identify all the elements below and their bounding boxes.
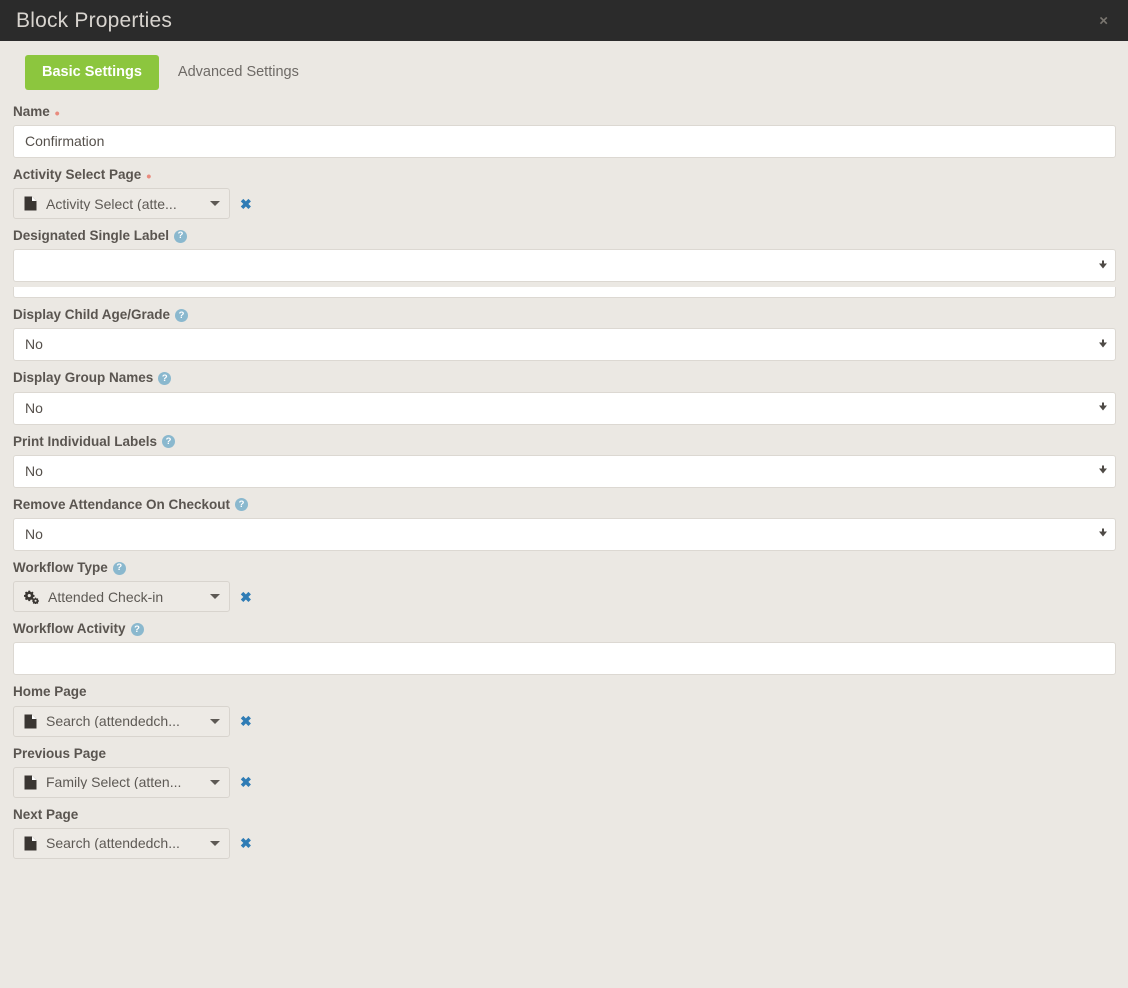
label-workflow-type-text: Workflow Type bbox=[13, 559, 108, 575]
field-display-group-names: Display Group Names ? No bbox=[13, 370, 1116, 425]
file-icon bbox=[24, 714, 37, 729]
activity-select-page-picker-row: Activity Select (atte... ✖ bbox=[13, 188, 1116, 220]
label-activity-select-page: Activity Select Page • bbox=[13, 167, 1116, 183]
label-remove-attendance-on-checkout-text: Remove Attendance On Checkout bbox=[13, 496, 231, 512]
label-remove-attendance-on-checkout: Remove Attendance On Checkout ? bbox=[13, 497, 1116, 513]
field-remove-attendance-on-checkout: Remove Attendance On Checkout ? No bbox=[13, 497, 1116, 551]
file-icon bbox=[24, 836, 37, 851]
field-previous-page: Previous Page Family Select (atten... ✖ bbox=[13, 746, 1116, 798]
help-icon[interactable]: ? bbox=[235, 498, 249, 512]
page-title: Block Properties bbox=[16, 9, 173, 32]
label-workflow-activity: Workflow Activity ? bbox=[13, 621, 1116, 637]
required-indicator-icon: • bbox=[54, 104, 60, 121]
label-display-child-age-grade-text: Display Child Age/Grade bbox=[13, 307, 171, 323]
display-child-age-grade-select[interactable]: No bbox=[13, 328, 1116, 362]
label-display-group-names: Display Group Names ? bbox=[13, 370, 1116, 386]
chevron-down-icon bbox=[210, 718, 220, 724]
label-print-individual-labels: Print Individual Labels ? bbox=[13, 434, 1116, 450]
next-page-picker-row: Search (attendedch... ✖ bbox=[13, 827, 1116, 859]
label-previous-page-text: Previous Page bbox=[13, 745, 107, 761]
label-name-text: Name bbox=[13, 103, 50, 119]
workflow-type-clear-button[interactable]: ✖ bbox=[240, 590, 252, 604]
previous-page-value: Family Select (atten... bbox=[46, 775, 182, 790]
next-page-value: Search (attendedch... bbox=[46, 836, 180, 851]
required-indicator-icon: • bbox=[146, 167, 152, 184]
field-home-page: Home Page Search (attendedch... ✖ bbox=[13, 684, 1116, 737]
chevron-down-icon bbox=[210, 840, 220, 846]
previous-page-clear-button[interactable]: ✖ bbox=[240, 775, 252, 789]
home-page-picker-row: Search (attendedch... ✖ bbox=[13, 705, 1116, 737]
home-page-picker[interactable]: Search (attendedch... bbox=[13, 705, 230, 737]
workflow-type-value: Attended Check-in bbox=[48, 589, 164, 604]
display-group-names-select[interactable]: No bbox=[13, 391, 1116, 425]
tab-basic-settings[interactable]: Basic Settings bbox=[25, 55, 159, 90]
settings-tablist: Basic Settings Advanced Settings bbox=[0, 41, 1128, 90]
activity-select-page-clear-button[interactable]: ✖ bbox=[240, 197, 252, 211]
label-print-individual-labels-text: Print Individual Labels bbox=[13, 433, 158, 449]
field-display-child-age-grade: Display Child Age/Grade ? No bbox=[13, 307, 1116, 362]
label-display-group-names-text: Display Group Names bbox=[13, 370, 154, 386]
previous-page-picker[interactable]: Family Select (atten... bbox=[13, 766, 230, 798]
label-designated-single-label: Designated Single Label ? bbox=[13, 228, 1116, 244]
label-home-page-text: Home Page bbox=[13, 684, 87, 700]
home-page-clear-button[interactable]: ✖ bbox=[240, 714, 252, 728]
close-icon[interactable]: × bbox=[1095, 11, 1112, 30]
label-next-page-text: Next Page bbox=[13, 806, 79, 822]
cogs-icon bbox=[24, 590, 39, 604]
remove-attendance-on-checkout-select[interactable]: No bbox=[13, 517, 1116, 551]
help-icon[interactable]: ? bbox=[162, 435, 176, 449]
field-workflow-activity: Workflow Activity ? bbox=[13, 621, 1116, 676]
chevron-down-icon bbox=[210, 594, 220, 600]
display-child-age-grade-select-wrap: No bbox=[13, 328, 1116, 362]
help-icon[interactable]: ? bbox=[158, 372, 172, 386]
workflow-activity-input[interactable] bbox=[13, 642, 1116, 676]
chevron-down-icon bbox=[210, 201, 220, 207]
designated-single-label-select[interactable] bbox=[13, 249, 1116, 283]
previous-page-picker-row: Family Select (atten... ✖ bbox=[13, 766, 1116, 798]
remove-attendance-on-checkout-select-wrap: No bbox=[13, 517, 1116, 551]
field-next-page: Next Page Search (attendedch... ✖ bbox=[13, 807, 1116, 859]
help-icon[interactable]: ? bbox=[112, 561, 126, 575]
field-workflow-type: Workflow Type ? Attended Check-in ✖ bbox=[13, 560, 1116, 613]
file-icon bbox=[24, 775, 37, 790]
modal-header: Block Properties × bbox=[0, 0, 1128, 41]
label-activity-select-page-text: Activity Select Page bbox=[13, 166, 142, 182]
label-previous-page: Previous Page bbox=[13, 746, 1116, 762]
help-icon[interactable]: ? bbox=[175, 308, 189, 322]
chevron-down-icon bbox=[210, 779, 220, 785]
workflow-type-picker[interactable]: Attended Check-in bbox=[13, 581, 230, 613]
print-individual-labels-select-wrap: No bbox=[13, 454, 1116, 488]
print-individual-labels-select[interactable]: No bbox=[13, 454, 1116, 488]
workflow-type-picker-row: Attended Check-in ✖ bbox=[13, 581, 1116, 613]
help-icon[interactable]: ? bbox=[130, 622, 144, 636]
tab-advanced-settings[interactable]: Advanced Settings bbox=[161, 55, 316, 90]
help-icon[interactable]: ? bbox=[174, 229, 188, 243]
display-group-names-select-wrap: No bbox=[13, 391, 1116, 425]
field-activity-select-page: Activity Select Page • Activity Select (… bbox=[13, 167, 1116, 220]
block-properties-form: Name • Activity Select Page • Activity S… bbox=[0, 90, 1128, 859]
next-page-picker[interactable]: Search (attendedch... bbox=[13, 827, 230, 859]
activity-select-page-value: Activity Select (atte... bbox=[46, 196, 177, 211]
label-display-child-age-grade: Display Child Age/Grade ? bbox=[13, 307, 1116, 323]
label-next-page: Next Page bbox=[13, 807, 1116, 823]
field-designated-single-label: Designated Single Label ? bbox=[13, 228, 1116, 299]
label-workflow-activity-text: Workflow Activity bbox=[13, 621, 126, 637]
activity-select-page-picker[interactable]: Activity Select (atte... bbox=[13, 188, 230, 220]
home-page-value: Search (attendedch... bbox=[46, 714, 180, 729]
name-input[interactable] bbox=[13, 124, 1116, 158]
label-home-page: Home Page bbox=[13, 684, 1116, 700]
designated-single-label-helper-strip bbox=[13, 287, 1116, 299]
label-designated-single-label-text: Designated Single Label bbox=[13, 228, 170, 244]
file-icon bbox=[24, 196, 37, 211]
next-page-clear-button[interactable]: ✖ bbox=[240, 836, 252, 850]
label-name: Name • bbox=[13, 104, 1116, 120]
field-name: Name • bbox=[13, 104, 1116, 158]
field-print-individual-labels: Print Individual Labels ? No bbox=[13, 434, 1116, 488]
label-workflow-type: Workflow Type ? bbox=[13, 560, 1116, 576]
designated-single-label-select-wrap bbox=[13, 249, 1116, 283]
